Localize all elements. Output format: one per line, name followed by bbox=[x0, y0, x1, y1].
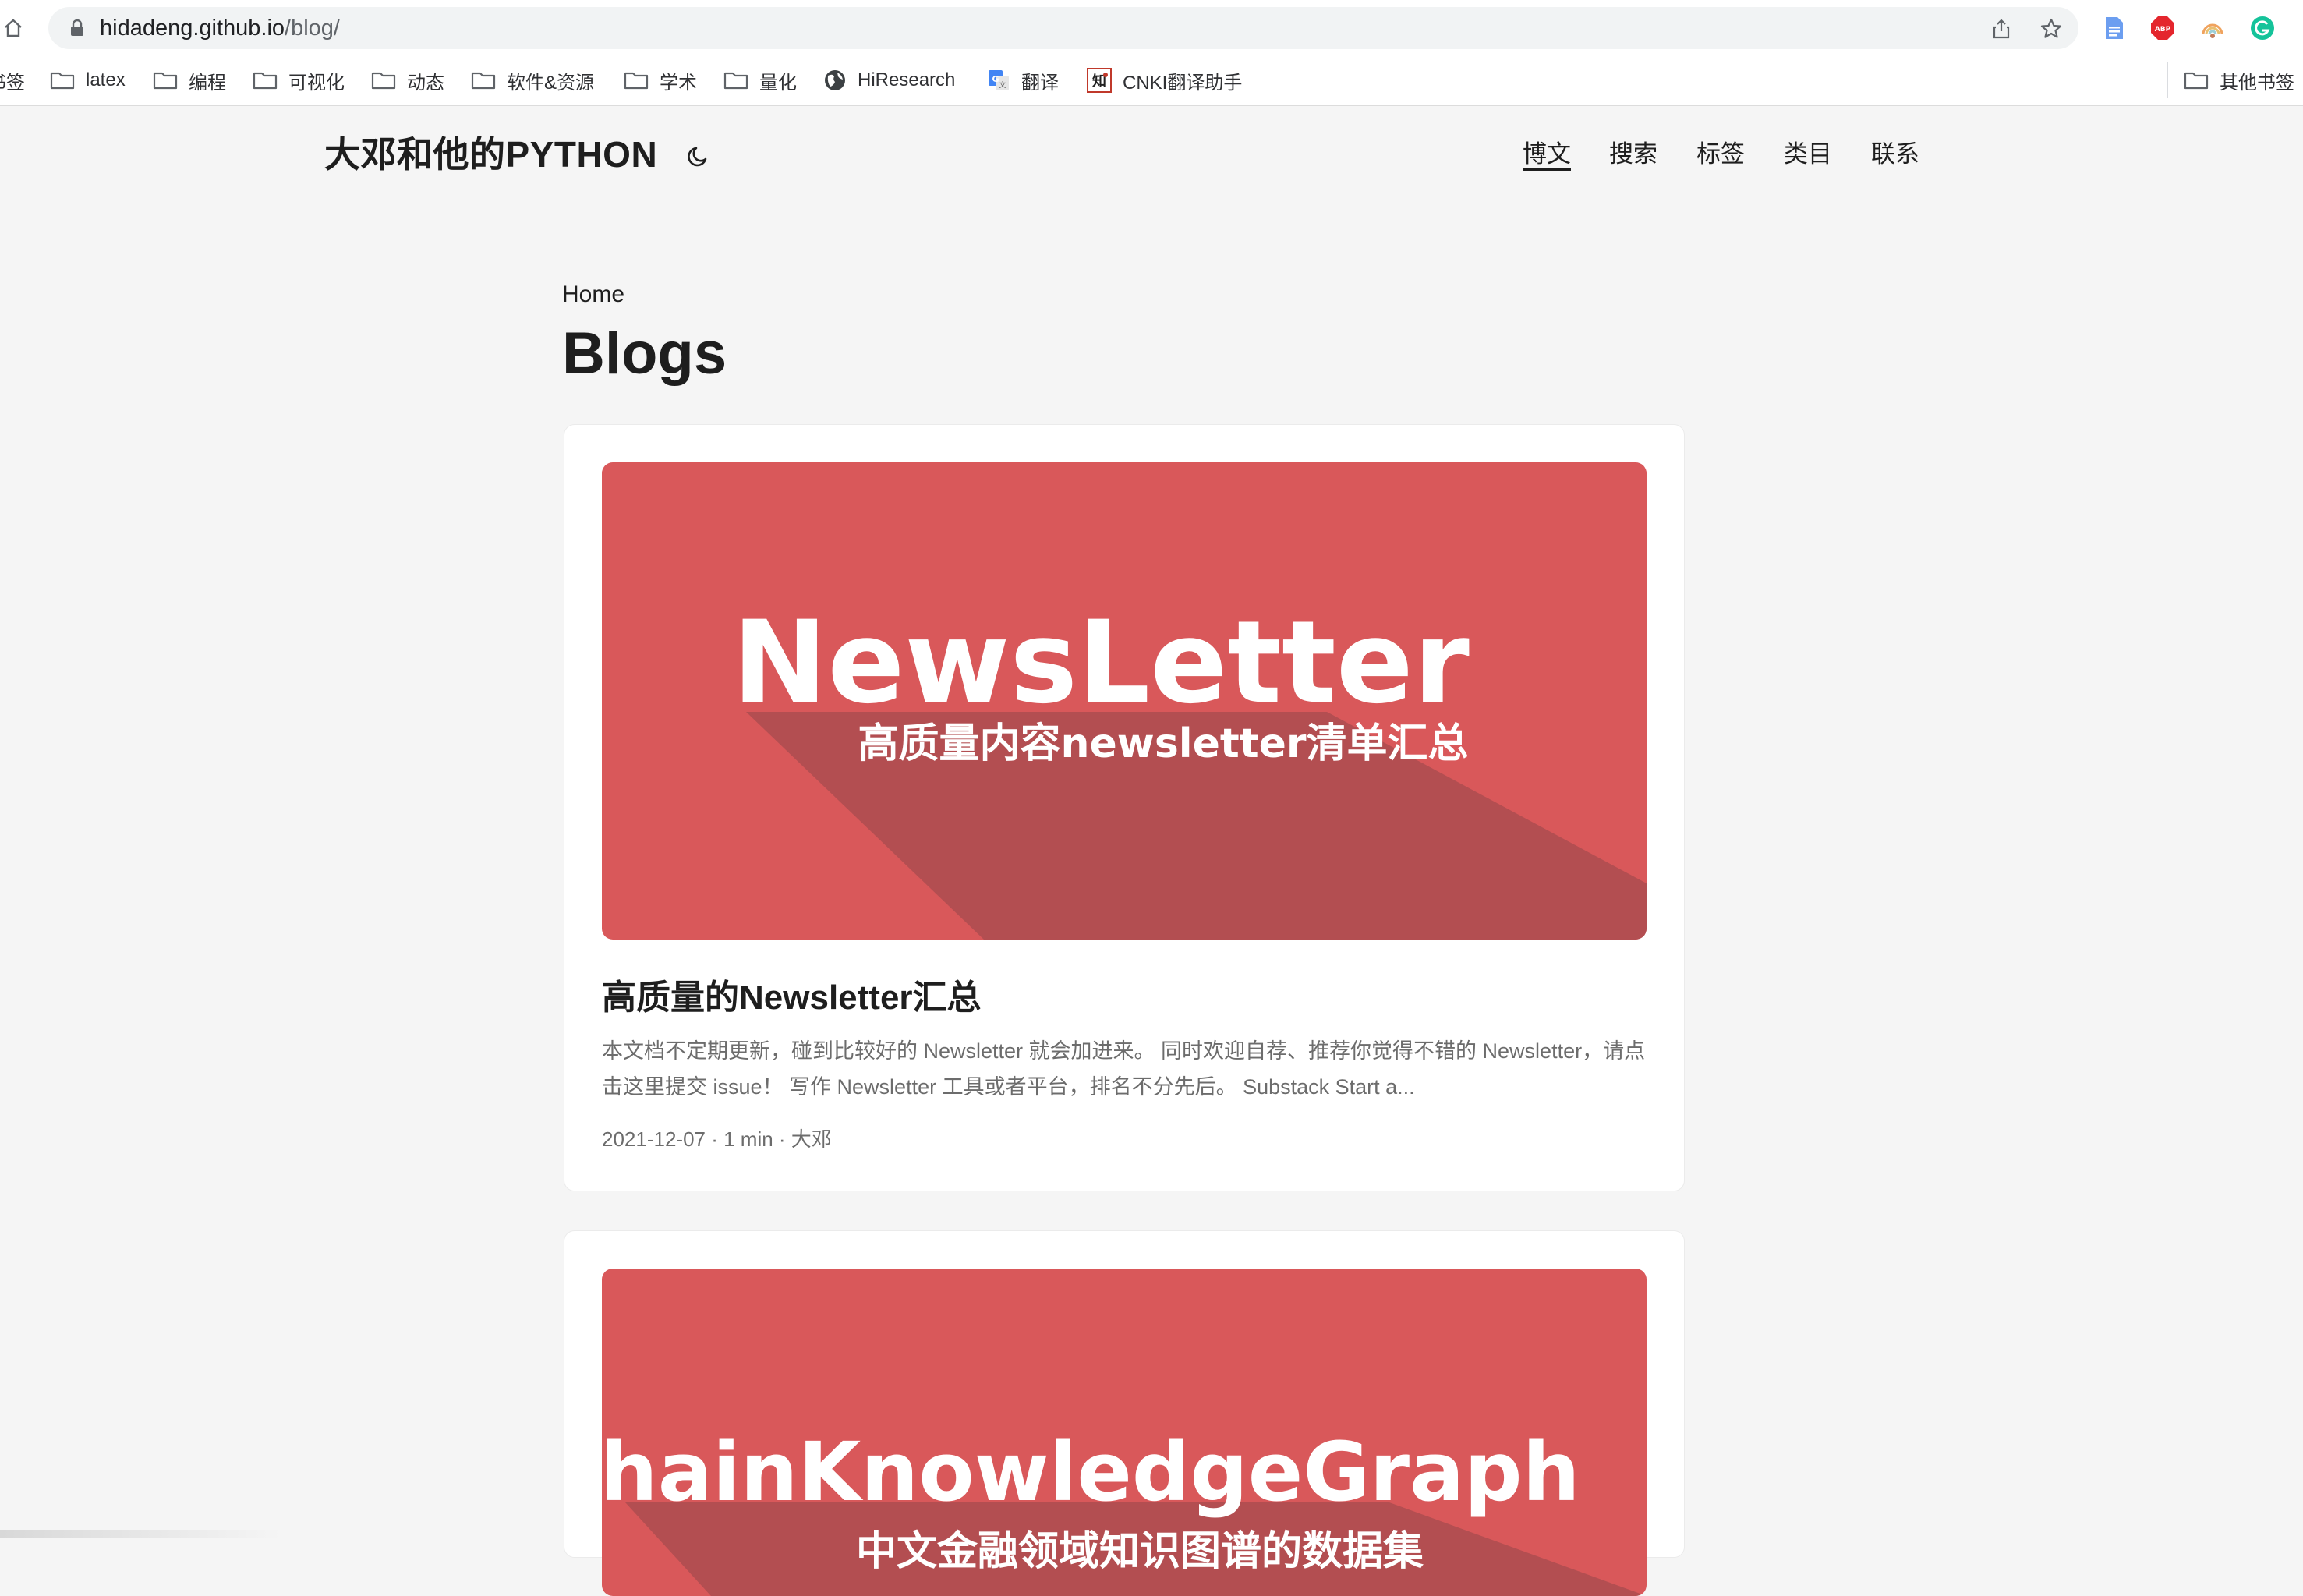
moon-icon bbox=[688, 147, 707, 167]
scroll-shadow bbox=[0, 1530, 281, 1538]
bookmark-folder[interactable]: 学术 bbox=[624, 62, 697, 98]
bookmark-link[interactable]: 知 CNKI翻译助手 bbox=[1087, 62, 1242, 98]
cover-subtitle: 中文金融领域知识图谱的数据集 bbox=[855, 1528, 1424, 1575]
folder-icon bbox=[253, 72, 278, 90]
post-title[interactable]: 高质量的Newsletter汇总 bbox=[602, 975, 982, 1021]
post-cover-image: NewsLetter 高质量内容newsletter清单汇总 bbox=[602, 462, 1647, 940]
cover-title: ChainKnowledgeGraph bbox=[602, 1424, 1580, 1520]
page-title: Blogs bbox=[562, 320, 727, 387]
bookmark-folder[interactable]: 动态 bbox=[371, 62, 444, 98]
home-button[interactable] bbox=[0, 14, 27, 42]
share-icon[interactable] bbox=[1990, 17, 2013, 41]
nav-search[interactable]: 搜索 bbox=[1609, 137, 1657, 172]
grammarly-icon[interactable] bbox=[2250, 16, 2275, 41]
url-text: hidadeng.github.io/blog/ bbox=[100, 16, 340, 41]
bookmark-label: HiResearch bbox=[858, 69, 956, 90]
folder-icon bbox=[2184, 72, 2209, 90]
bookmark-label: 量化 bbox=[759, 72, 797, 94]
bookmark-label: 动态 bbox=[407, 72, 444, 94]
bookmark-link[interactable]: HiResearch bbox=[823, 62, 955, 98]
post-cover-image: ChainKnowledgeGraph 中文金融领域知识图谱的数据集 bbox=[602, 1269, 1647, 1596]
address-bar[interactable]: hidadeng.github.io/blog/ bbox=[48, 7, 2078, 49]
toolbar: hidadeng.github.io/blog/ ABP bbox=[0, 0, 2303, 56]
folder-icon bbox=[624, 72, 649, 90]
bookmark-folder[interactable]: 量化 bbox=[723, 62, 797, 98]
docs-icon[interactable] bbox=[2102, 16, 2127, 41]
site-title[interactable]: 大邓和他的PYTHON bbox=[324, 131, 657, 178]
post-summary: 本文档不定期更新，碰到比较好的 Newsletter 就会加进来。 同时欢迎自荐… bbox=[602, 1039, 1646, 1099]
folder-icon bbox=[153, 72, 178, 90]
svg-text:G: G bbox=[992, 74, 999, 84]
bookmark-label: 软件&资源 bbox=[507, 72, 595, 94]
other-bookmarks-label: 其他书签 bbox=[2220, 72, 2294, 94]
post-card[interactable]: NewsLetter 高质量内容newsletter清单汇总 高质量的Newsl… bbox=[564, 424, 1685, 1191]
post-card[interactable]: ChainKnowledgeGraph 中文金融领域知识图谱的数据集 bbox=[564, 1230, 1685, 1596]
bookmark-folder[interactable]: 软件&资源 bbox=[471, 62, 594, 98]
nav-categories[interactable]: 类目 bbox=[1784, 137, 1832, 172]
cnki-icon: 知 bbox=[1087, 68, 1112, 93]
bookmark-folder[interactable]: 编程 bbox=[153, 62, 226, 98]
bookmark-label: 编程 bbox=[189, 72, 226, 94]
lock-icon bbox=[67, 18, 87, 38]
bookmarks-bar: 书签 latex 编程 可视化 动态 软件&资源 学术 量化 bbox=[0, 62, 2303, 98]
nav-tags[interactable]: 标签 bbox=[1696, 137, 1745, 172]
folder-icon bbox=[371, 72, 396, 90]
bookmark-link[interactable]: G文 翻译 bbox=[987, 62, 1059, 98]
theme-toggle-button[interactable] bbox=[683, 140, 714, 172]
breadcrumb-home[interactable]: Home bbox=[562, 279, 624, 310]
cover-subtitle: 高质量内容newsletter清单汇总 bbox=[858, 720, 1469, 767]
post-meta: 2021-12-07 · 1 min · 大邓 bbox=[602, 1127, 832, 1151]
browser-chrome: hidadeng.github.io/blog/ ABP 书签 latex bbox=[0, 0, 2303, 106]
bookmark-label: 翻译 bbox=[1021, 72, 1059, 94]
bookmark-folder[interactable]: latex bbox=[50, 62, 126, 98]
rainbow-extension-icon[interactable] bbox=[2200, 16, 2225, 41]
svg-text:文: 文 bbox=[999, 80, 1006, 90]
home-icon bbox=[5, 19, 22, 37]
bookmark-folder[interactable]: 可视化 bbox=[253, 62, 345, 98]
bookmark-label: 可视化 bbox=[288, 72, 345, 94]
other-bookmarks[interactable]: 其他书签 bbox=[2167, 62, 2294, 98]
bookmark-label: CNKI翻译助手 bbox=[1123, 72, 1243, 94]
bookmark-label: 学术 bbox=[660, 72, 697, 94]
folder-icon bbox=[50, 72, 75, 90]
globe-icon bbox=[825, 70, 845, 90]
nav-contact[interactable]: 联系 bbox=[1871, 137, 1919, 172]
adblock-plus-icon[interactable]: ABP bbox=[2150, 16, 2175, 41]
nav-blog[interactable]: 博文 bbox=[1523, 137, 1571, 172]
cover-title: NewsLetter bbox=[732, 596, 1470, 729]
folder-icon bbox=[471, 72, 496, 90]
svg-text:ABP: ABP bbox=[2155, 26, 2171, 34]
bookmark-folder[interactable]: 书签 bbox=[0, 62, 25, 98]
google-translate-icon: G文 bbox=[989, 70, 1009, 90]
folder-icon bbox=[723, 72, 748, 90]
bookmark-star-icon[interactable] bbox=[2039, 17, 2063, 41]
bookmark-label: latex bbox=[86, 69, 126, 90]
bookmark-label: 书签 bbox=[0, 72, 25, 94]
